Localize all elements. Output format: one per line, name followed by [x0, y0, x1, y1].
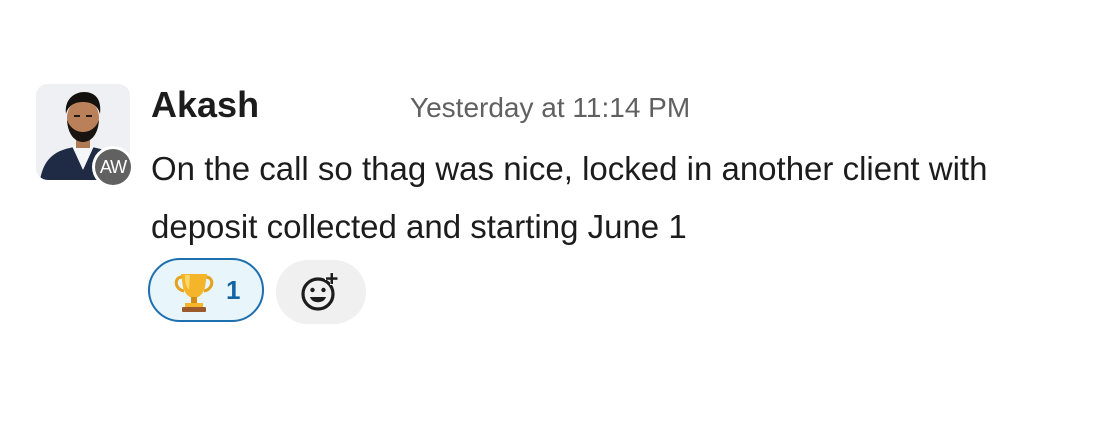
trophy-icon [172, 271, 216, 318]
message-item: AW Akash Yesterday at 11:14 PM On the ca… [0, 0, 1114, 438]
avatar-status-badge: AW [92, 146, 134, 188]
add-emoji-icon [301, 272, 338, 311]
reaction-trophy[interactable]: 1 [148, 258, 264, 322]
add-reaction-button[interactable] [276, 260, 366, 324]
reaction-count: 1 [226, 275, 241, 305]
message-timestamp[interactable]: Yesterday at 11:14 PM [410, 90, 690, 126]
author-name[interactable]: Akash [151, 82, 259, 128]
message-text: On the call so thag was nice, locked in … [151, 150, 988, 245]
avatar-badge-initials: AW [95, 149, 131, 185]
